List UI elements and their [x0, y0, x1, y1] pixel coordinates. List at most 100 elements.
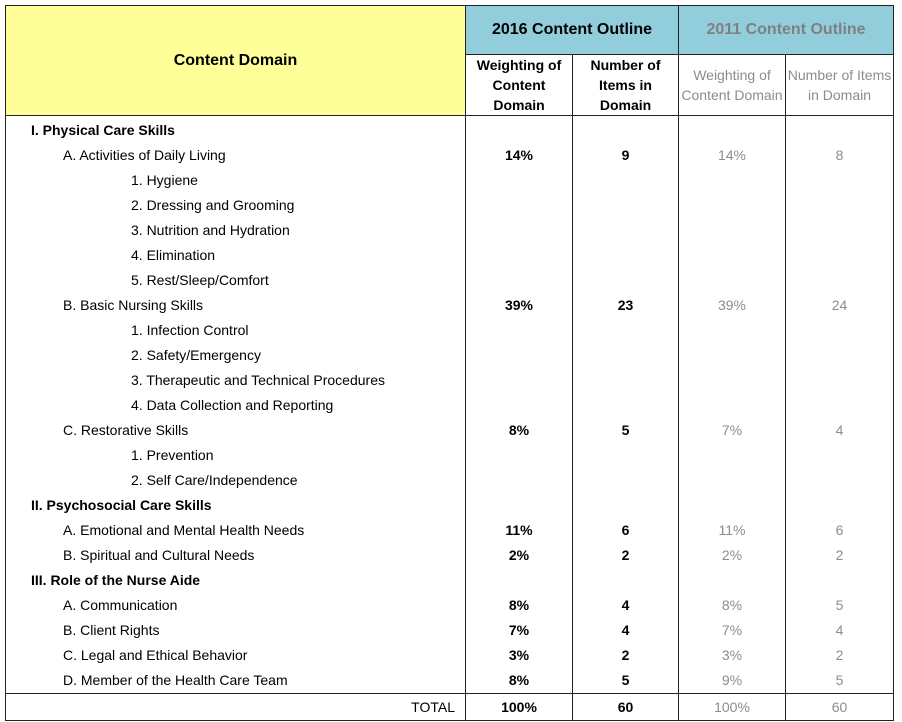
weighting-2016: 14% — [465, 143, 573, 168]
weighting-2016 — [465, 193, 573, 218]
table-row: 1. Hygiene — [5, 168, 895, 193]
weighting-2016 — [465, 218, 573, 243]
items-2016 — [572, 443, 679, 468]
table-row: C. Restorative Skills 8% 5 7% 4 — [5, 418, 895, 443]
items-2016: 5 — [572, 668, 679, 694]
domain-label: 3. Nutrition and Hydration — [5, 218, 466, 243]
table-row: A. Communication 8% 4 8% 5 — [5, 593, 895, 618]
items-2016: 2 — [572, 643, 679, 668]
items-2011 — [784, 468, 895, 493]
total-label: TOTAL — [5, 693, 466, 721]
items-2011: 2 — [784, 643, 895, 668]
total-weighting-2011: 100% — [678, 693, 786, 721]
domain-label: 4. Elimination — [5, 243, 466, 268]
table-row: II. Psychosocial Care Skills — [5, 493, 895, 518]
weighting-2011 — [678, 318, 786, 343]
domain-label: B. Basic Nursing Skills — [5, 293, 466, 318]
weighting-2016-header: Weighting of Content Domain — [465, 54, 573, 116]
weighting-2011-header: Weighting of Content Domain — [678, 54, 786, 116]
domain-label: I. Physical Care Skills — [5, 115, 466, 143]
weighting-2016 — [465, 493, 573, 518]
items-2016 — [572, 168, 679, 193]
table-row: 3. Nutrition and Hydration — [5, 218, 895, 243]
items-2011 — [784, 243, 895, 268]
weighting-2016: 8% — [465, 668, 573, 694]
domain-label: B. Spiritual and Cultural Needs — [5, 543, 466, 568]
domain-label: 2. Safety/Emergency — [5, 343, 466, 368]
total-items-2011: 60 — [784, 693, 895, 721]
domain-label: 1. Infection Control — [5, 318, 466, 343]
table-row: 4. Data Collection and Reporting — [5, 393, 895, 418]
content-outline-table: Content Domain 2016 Content Outline 2011… — [5, 5, 895, 721]
weighting-2011 — [678, 468, 786, 493]
weighting-2011 — [678, 443, 786, 468]
weighting-2011: 11% — [678, 518, 786, 543]
table-row: 3. Therapeutic and Technical Procedures — [5, 368, 895, 393]
weighting-2016 — [465, 168, 573, 193]
items-2011 — [784, 268, 895, 293]
weighting-2016: 7% — [465, 618, 573, 643]
items-2016: 2 — [572, 543, 679, 568]
weighting-2011: 9% — [678, 668, 786, 694]
table-row: C. Legal and Ethical Behavior 3% 2 3% 2 — [5, 643, 895, 668]
items-2016-header: Number of Items in Domain — [572, 54, 679, 116]
table-row: 2. Self Care/Independence — [5, 468, 895, 493]
items-2011: 2 — [784, 543, 895, 568]
table-row: D. Member of the Health Care Team 8% 5 9% 5 — [5, 668, 895, 694]
items-2016 — [572, 218, 679, 243]
table-row: 2. Safety/Emergency — [5, 343, 895, 368]
items-2011 — [784, 493, 895, 518]
table-body: I. Physical Care Skills A. Activities of … — [5, 115, 895, 694]
content-domain-header: Content Domain — [5, 5, 466, 116]
items-2011 — [784, 393, 895, 418]
total-row: TOTAL 100% 60 100% 60 — [5, 693, 895, 721]
table-row: A. Activities of Daily Living 14% 9 14% 8 — [5, 143, 895, 168]
weighting-2016: 11% — [465, 518, 573, 543]
items-2011 — [784, 193, 895, 218]
weighting-2016: 2% — [465, 543, 573, 568]
domain-label: 2. Self Care/Independence — [5, 468, 466, 493]
total-items-2016: 60 — [572, 693, 679, 721]
domain-label: A. Communication — [5, 593, 466, 618]
items-2016 — [572, 193, 679, 218]
weighting-2016: 3% — [465, 643, 573, 668]
items-2016: 23 — [572, 293, 679, 318]
weighting-2016 — [465, 393, 573, 418]
weighting-2011 — [678, 168, 786, 193]
table-row: 5. Rest/Sleep/Comfort — [5, 268, 895, 293]
weighting-2016 — [465, 318, 573, 343]
items-2011 — [784, 443, 895, 468]
domain-label: C. Restorative Skills — [5, 418, 466, 443]
domain-label: 5. Rest/Sleep/Comfort — [5, 268, 466, 293]
weighting-2016: 8% — [465, 593, 573, 618]
items-2016 — [572, 318, 679, 343]
total-weighting-2016: 100% — [465, 693, 573, 721]
weighting-2011: 2% — [678, 543, 786, 568]
weighting-2011 — [678, 268, 786, 293]
domain-label: B. Client Rights — [5, 618, 466, 643]
items-2011 — [784, 568, 895, 593]
items-2011: 8 — [784, 143, 895, 168]
domain-label: A. Activities of Daily Living — [5, 143, 466, 168]
table-row: 1. Infection Control — [5, 318, 895, 343]
weighting-2011 — [678, 368, 786, 393]
weighting-2016 — [465, 268, 573, 293]
items-2016: 5 — [572, 418, 679, 443]
weighting-2011 — [678, 115, 786, 143]
weighting-2011: 3% — [678, 643, 786, 668]
domain-label: 4. Data Collection and Reporting — [5, 393, 466, 418]
items-2011: 4 — [784, 418, 895, 443]
table-row: B. Basic Nursing Skills 39% 23 39% 24 — [5, 293, 895, 318]
domain-label: 3. Therapeutic and Technical Procedures — [5, 368, 466, 393]
weighting-2016 — [465, 343, 573, 368]
weighting-2016 — [465, 468, 573, 493]
weighting-2011 — [678, 493, 786, 518]
weighting-2011: 39% — [678, 293, 786, 318]
items-2016 — [572, 268, 679, 293]
domain-label: D. Member of the Health Care Team — [5, 668, 466, 694]
items-2011 — [784, 368, 895, 393]
weighting-2016 — [465, 243, 573, 268]
items-2016: 9 — [572, 143, 679, 168]
items-2011 — [784, 218, 895, 243]
domain-label: II. Psychosocial Care Skills — [5, 493, 466, 518]
